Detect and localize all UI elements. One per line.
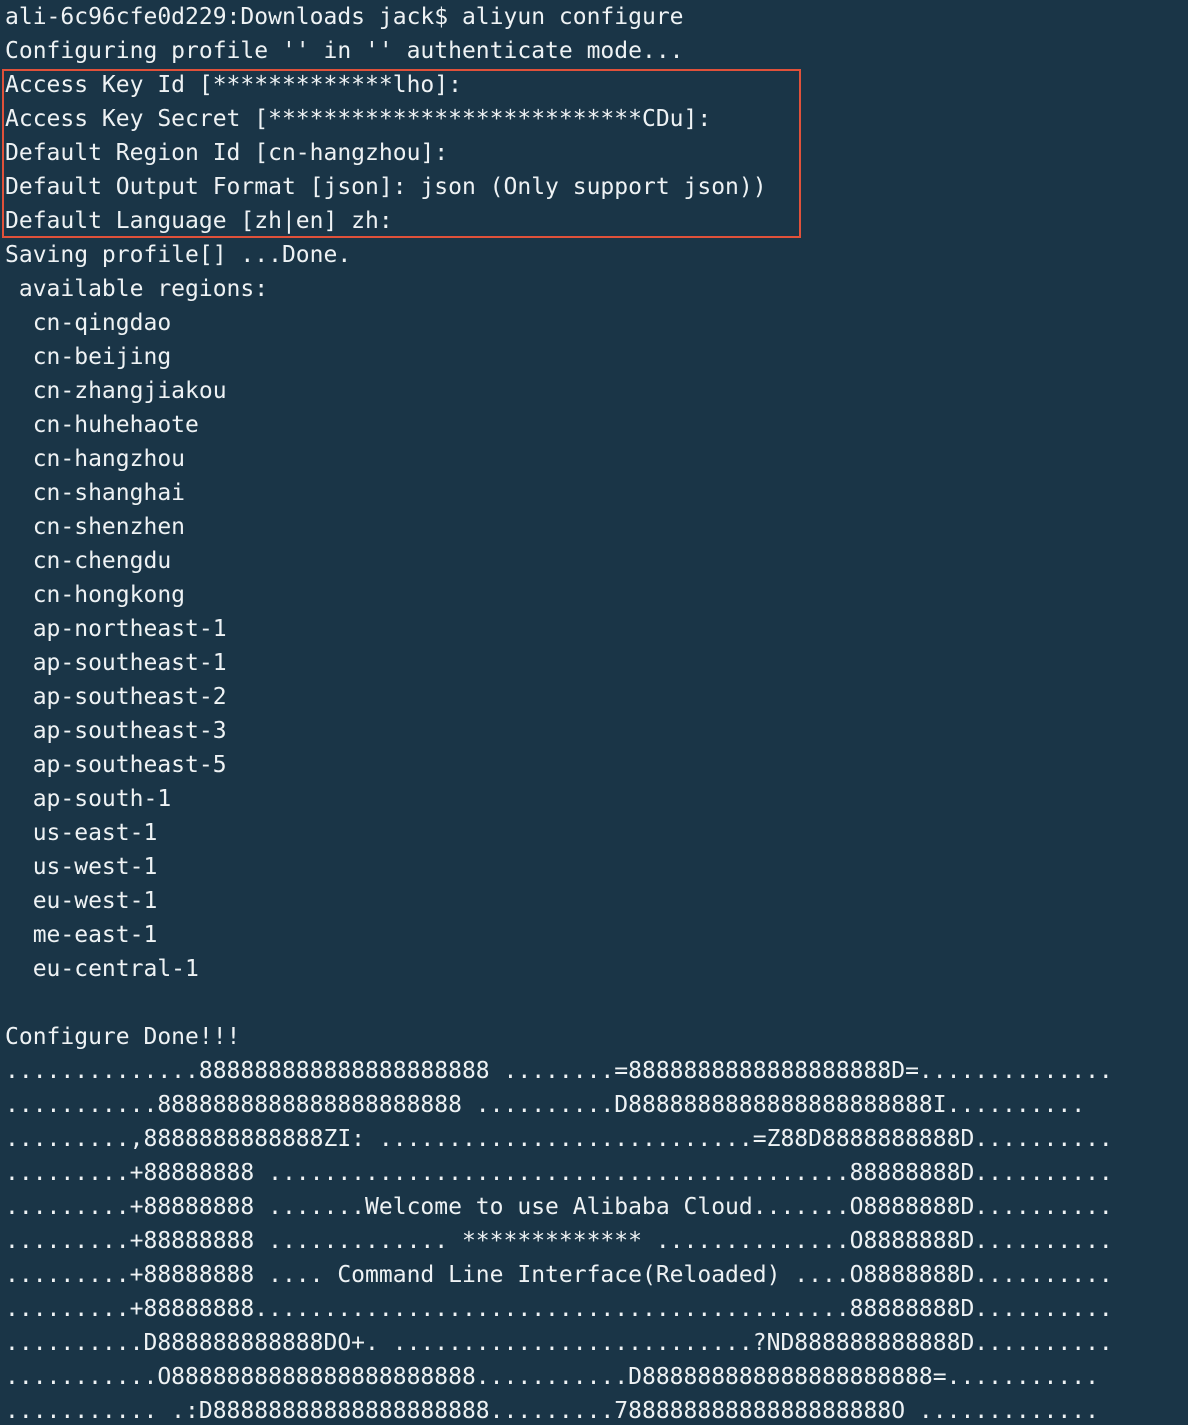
terminal-line-region: cn-shenzhen xyxy=(5,514,186,540)
terminal-line-prompt: ali-6c96cfe0d229:Downloads jack$ aliyun … xyxy=(5,4,684,30)
terminal-line-language: Default Language [zh|en] zh: xyxy=(5,208,393,234)
terminal-line-region: eu-central-1 xyxy=(5,956,199,982)
terminal-line-saving-profile: Saving profile[] ...Done. xyxy=(5,242,352,268)
terminal-line-default-region: Default Region Id [cn-hangzhou]: xyxy=(5,140,449,166)
terminal-line-region: ap-southeast-2 xyxy=(5,684,227,710)
terminal-line-configure-done: Configure Done!!! xyxy=(5,1024,241,1050)
ascii-banner-line: ..........D888888888888DO+. ............… xyxy=(5,1330,1113,1356)
ascii-banner-line: .........,8888888888888ZI: .............… xyxy=(5,1126,1113,1152)
ascii-banner-line: .........+88888888 ............. *******… xyxy=(5,1228,1113,1254)
terminal-line-access-key-secret: Access Key Secret [*********************… xyxy=(5,106,712,132)
ascii-banner-line: .........+88888888 .... Command Line Int… xyxy=(5,1262,1113,1288)
terminal-line-access-key-id: Access Key Id [*************lho]: xyxy=(5,72,462,98)
ascii-banner-line: ...........O8888888888888888888888......… xyxy=(5,1364,1099,1390)
terminal-line-region: ap-southeast-3 xyxy=(5,718,227,744)
terminal-line-region: cn-hongkong xyxy=(5,582,186,608)
ascii-banner-line: .........+88888888 .......Welcome to use… xyxy=(5,1194,1113,1220)
terminal-line-available-regions: available regions: xyxy=(5,276,269,302)
terminal-line-configuring: Configuring profile '' in '' authenticat… xyxy=(5,38,684,64)
terminal-line-region: cn-zhangjiakou xyxy=(5,378,227,404)
terminal-line-region: cn-qingdao xyxy=(5,310,172,336)
terminal-line-region: ap-south-1 xyxy=(5,786,172,812)
ascii-banner-line: ...........8888888888888888888888 ......… xyxy=(5,1092,1086,1118)
terminal-line-region: ap-southeast-1 xyxy=(5,650,227,676)
terminal-line-output-format: Default Output Format [json]: json (Only… xyxy=(5,174,767,200)
ascii-banner-line: ..............888888888888888888888 ....… xyxy=(5,1058,1113,1084)
terminal-line-region: us-east-1 xyxy=(5,820,158,846)
ascii-banner-line: ........... .:D88888888888888888888.....… xyxy=(5,1398,1099,1424)
terminal-line-region: cn-chengdu xyxy=(5,548,172,574)
ascii-banner-line: .........+88888888 .....................… xyxy=(5,1160,1113,1186)
terminal-line-region: cn-beijing xyxy=(5,344,172,370)
terminal-line-region: ap-southeast-5 xyxy=(5,752,227,778)
terminal-line-region: ap-northeast-1 xyxy=(5,616,227,642)
terminal-line-region: cn-huhehaote xyxy=(5,412,199,438)
terminal-line-region: us-west-1 xyxy=(5,854,158,880)
terminal-line-region: cn-hangzhou xyxy=(5,446,186,472)
terminal-line-region: me-east-1 xyxy=(5,922,158,948)
terminal-line-region: cn-shanghai xyxy=(5,480,186,506)
ascii-banner-line: .........+88888888......................… xyxy=(5,1296,1113,1322)
terminal-window[interactable]: ali-6c96cfe0d229:Downloads jack$ aliyun … xyxy=(0,0,1188,1425)
terminal-line-region: eu-west-1 xyxy=(5,888,158,914)
